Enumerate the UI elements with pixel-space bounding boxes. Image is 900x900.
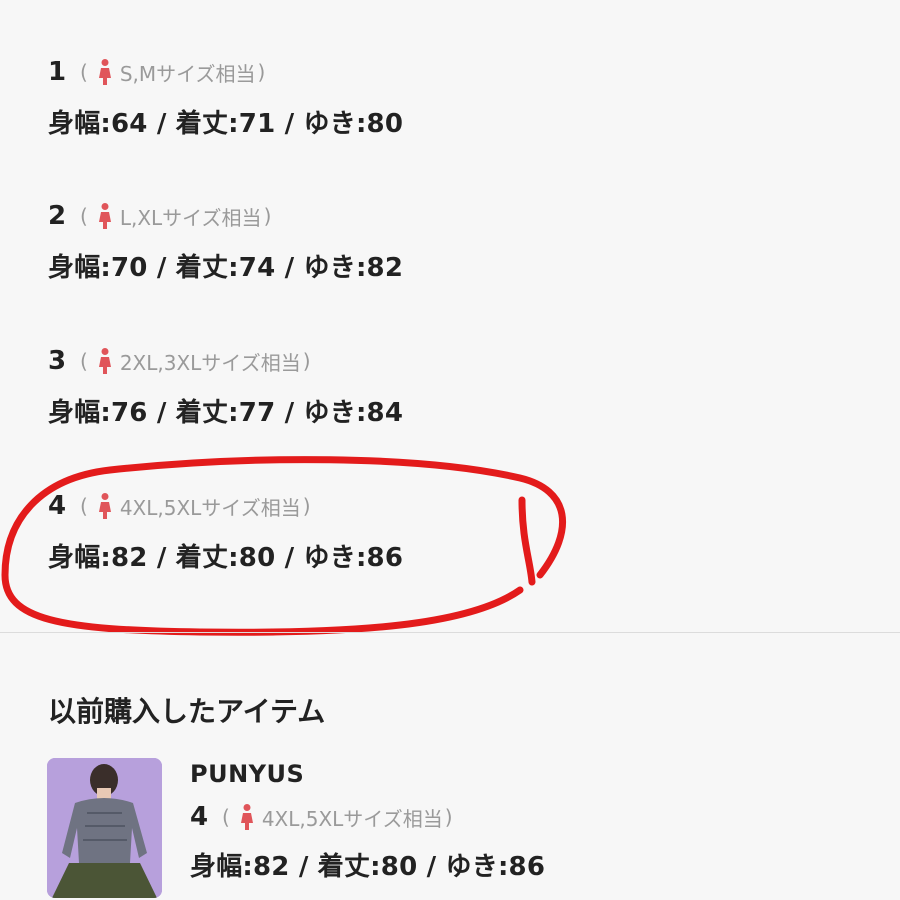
size-option-2[interactable]: 2 ( L,XLサイズ相当 ) 身幅:70 / 着丈:74 / ゆき:82 xyxy=(48,199,403,284)
paren-open: ( xyxy=(80,204,88,228)
product-photo xyxy=(47,758,162,898)
paren-close: ) xyxy=(302,349,311,373)
person-icon xyxy=(240,804,253,830)
size-option-3[interactable]: 3 ( 2XL,3XLサイズ相当 ) 身幅:76 / 着丈:77 / ゆき:84 xyxy=(48,344,403,429)
size-number: 4 xyxy=(48,491,67,521)
product-thumbnail[interactable] xyxy=(47,758,162,898)
person-icon xyxy=(98,203,111,229)
person-icon xyxy=(98,348,111,374)
previous-items-title: 以前購入したアイテム xyxy=(48,695,326,728)
paren-open: ( xyxy=(80,349,88,373)
paren-close: ) xyxy=(302,494,311,518)
size-measurements: 身幅:82 / 着丈:80 / ゆき:86 xyxy=(190,852,546,882)
section-divider xyxy=(0,632,900,633)
paren-close: ) xyxy=(263,204,272,228)
size-label: 2XL,3XLサイズ相当 xyxy=(119,350,301,375)
size-label: L,XLサイズ相当 xyxy=(119,205,262,230)
size-measurements: 身幅:76 / 着丈:77 / ゆき:84 xyxy=(48,398,404,428)
paren-close: ) xyxy=(257,60,266,84)
size-option-1[interactable]: 1 ( S,Mサイズ相当 ) 身幅:64 / 着丈:71 / ゆき:80 xyxy=(48,55,403,140)
size-number: 3 xyxy=(48,346,67,376)
person-icon xyxy=(98,59,111,85)
size-number: 2 xyxy=(48,201,67,231)
person-icon xyxy=(98,493,111,519)
paren-open: ( xyxy=(80,60,88,84)
size-label: 4XL,5XLサイズ相当 xyxy=(119,495,301,520)
size-label: 4XL,5XLサイズ相当 xyxy=(261,806,443,831)
size-label: S,Mサイズ相当 xyxy=(119,61,256,86)
paren-close: ) xyxy=(444,805,453,829)
brand-name: PUNYUS xyxy=(190,760,305,788)
size-number: 4 xyxy=(190,802,209,832)
paren-open: ( xyxy=(80,494,88,518)
size-measurements: 身幅:82 / 着丈:80 / ゆき:86 xyxy=(48,543,404,573)
size-measurements: 身幅:70 / 着丈:74 / ゆき:82 xyxy=(48,253,404,283)
size-number: 1 xyxy=(48,57,67,87)
size-measurements: 身幅:64 / 着丈:71 / ゆき:80 xyxy=(48,109,404,139)
previous-item-info[interactable]: PUNYUS 4 ( 4XL,5XLサイズ相当 ) 身幅:82 / 着丈:80 … xyxy=(190,760,545,883)
paren-open: ( xyxy=(222,805,230,829)
size-option-4[interactable]: 4 ( 4XL,5XLサイズ相当 ) 身幅:82 / 着丈:80 / ゆき:86 xyxy=(48,489,403,574)
